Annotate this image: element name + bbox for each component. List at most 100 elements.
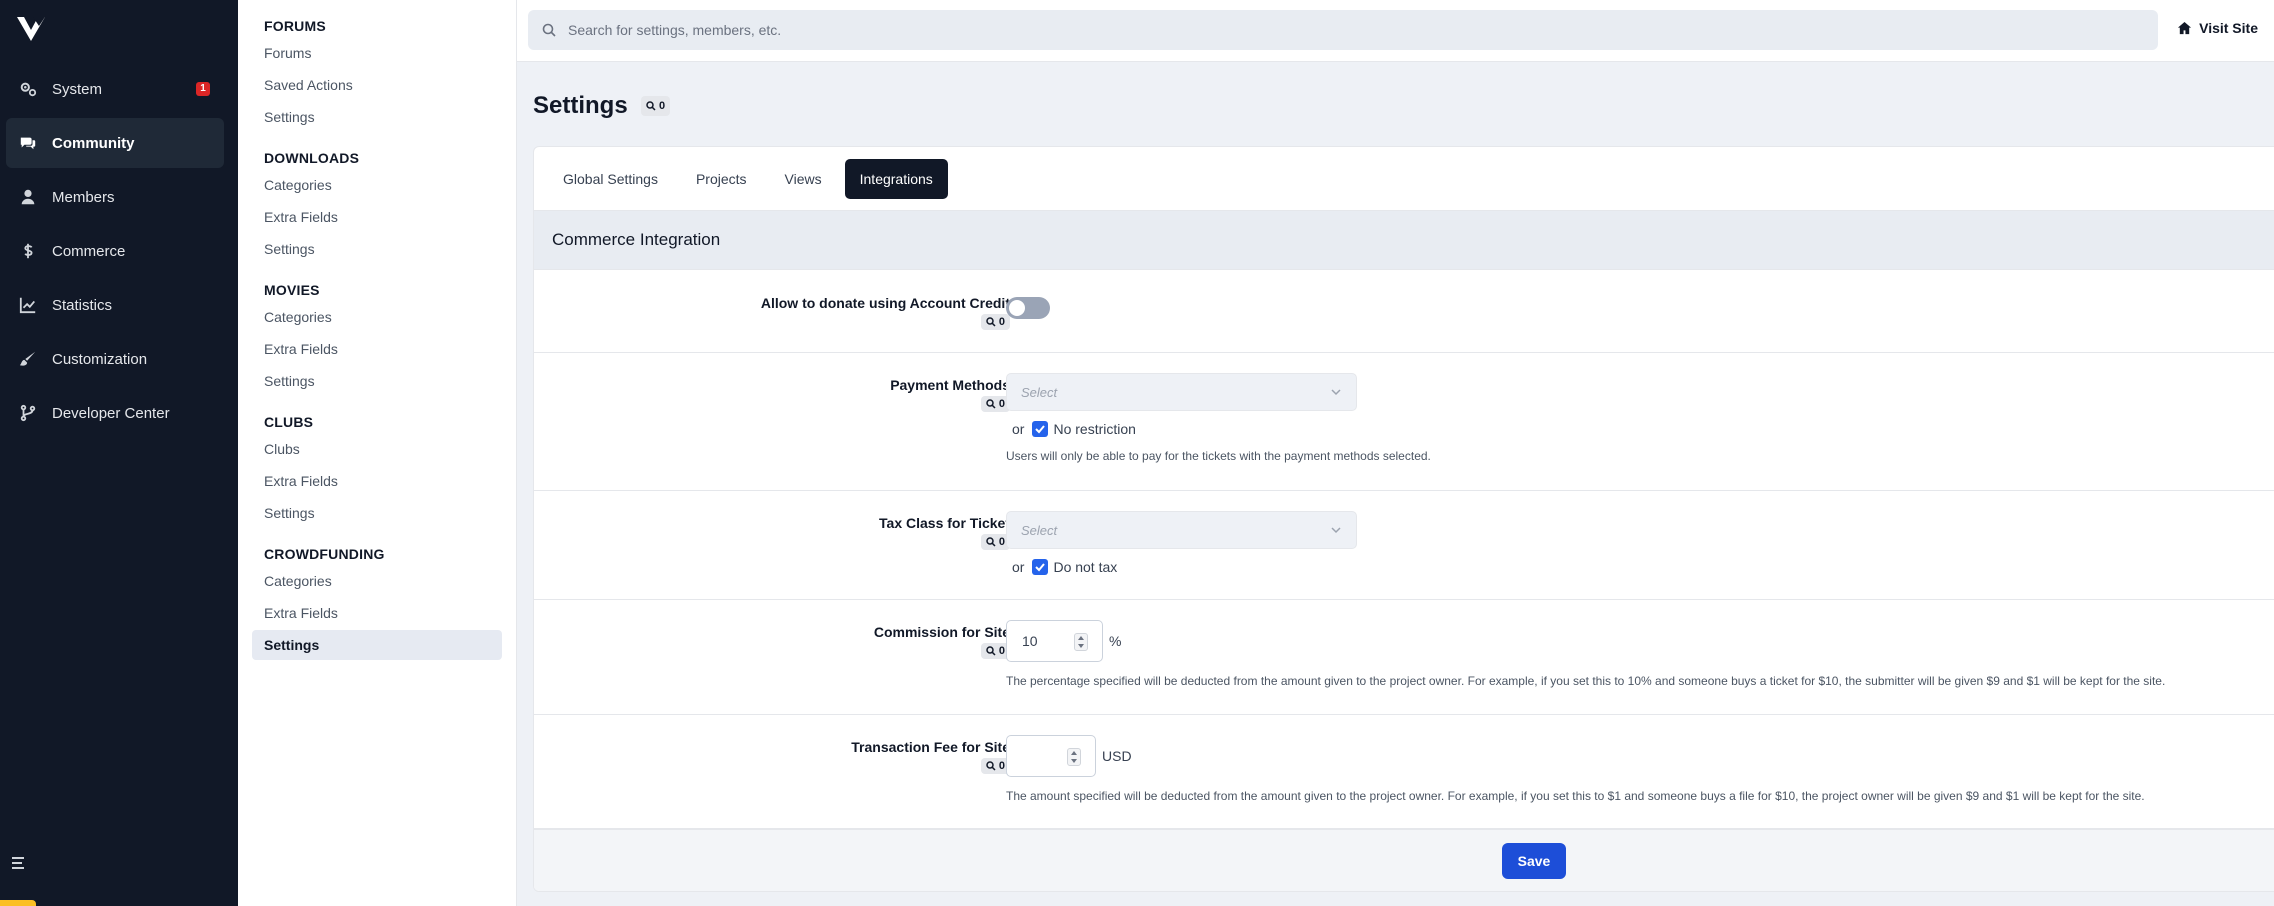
setting-row-payment-methods: Payment Methods 0 Select or No restricti…	[534, 353, 2274, 491]
setting-label: Transaction Fee for Site 0	[851, 739, 1010, 774]
chevron-down-icon	[1331, 527, 1341, 534]
tab-integrations[interactable]: Integrations	[844, 158, 948, 199]
count-value: 0	[659, 100, 666, 112]
nav-item-commerce[interactable]: Commerce	[6, 226, 224, 276]
search-icon	[986, 317, 996, 327]
count-value: 0	[998, 645, 1005, 657]
search-icon	[986, 646, 996, 656]
brush-icon	[18, 349, 38, 369]
section-title: Commerce Integration	[534, 210, 2274, 270]
subnav-section-movies: MOVIES Categories Extra Fields Settings	[252, 280, 516, 396]
nav-item-label: Statistics	[52, 296, 113, 314]
status-chip[interactable]	[0, 900, 36, 906]
subnav-link-crowdfunding-extra-fields[interactable]: Extra Fields	[252, 598, 502, 628]
no-restriction-checkbox[interactable]	[1032, 421, 1049, 437]
app-logo-icon[interactable]	[16, 14, 46, 44]
count-value: 0	[998, 398, 1005, 410]
or-text: or	[1012, 559, 1025, 575]
nav-item-label: Commerce	[52, 242, 126, 260]
setting-label: Payment Methods 0	[890, 377, 1010, 412]
notification-badge: 1	[196, 82, 210, 96]
nav-item-developer-center[interactable]: Developer Center	[6, 388, 224, 438]
subnav-link-club-extra-fields[interactable]: Extra Fields	[252, 466, 502, 496]
home-icon	[2178, 21, 2192, 34]
payment-methods-select[interactable]: Select	[1006, 373, 1357, 411]
subnav-link-movie-extra-fields[interactable]: Extra Fields	[252, 334, 502, 364]
number-spinner[interactable]	[1074, 633, 1088, 651]
subnav-section-clubs: CLUBS Clubs Extra Fields Settings	[252, 412, 516, 528]
search-input[interactable]	[568, 22, 2068, 38]
tab-global-settings[interactable]: Global Settings	[548, 159, 673, 199]
unit-label: %	[1109, 633, 1122, 649]
check-icon	[1035, 563, 1046, 572]
select-placeholder: Select	[1021, 384, 1058, 400]
subnav-link-download-extra-fields[interactable]: Extra Fields	[252, 202, 502, 232]
search-bar[interactable]	[528, 10, 2158, 50]
subnav-link-club-settings[interactable]: Settings	[252, 498, 502, 528]
branch-icon	[18, 403, 38, 423]
nav-item-system[interactable]: System 1	[6, 64, 224, 114]
transaction-fee-input[interactable]	[1006, 735, 1096, 777]
tax-class-select[interactable]: Select	[1006, 511, 1357, 549]
setting-label: Commission for Site 0	[874, 624, 1010, 659]
subnav-section-title: FORUMS	[264, 18, 326, 34]
menu-collapse-icon[interactable]	[10, 854, 28, 872]
subnav-section-downloads: DOWNLOADS Categories Extra Fields Settin…	[252, 148, 516, 264]
nav-item-customization[interactable]: Customization	[6, 334, 224, 384]
cogs-icon	[18, 79, 38, 99]
nav-item-label: Community	[52, 134, 135, 152]
setting-label-text: Allow to donate using Account Credit	[760, 295, 1010, 311]
search-icon	[986, 537, 996, 547]
subnav-link-forums[interactable]: Forums	[252, 38, 502, 68]
user-icon	[18, 187, 38, 207]
donate-toggle[interactable]	[1006, 297, 1050, 319]
count-value: 0	[998, 536, 1005, 548]
nav-item-community[interactable]: Community	[6, 118, 224, 168]
save-button[interactable]: Save	[1502, 843, 1566, 879]
subnav-link-movie-categories[interactable]: Categories	[252, 302, 502, 332]
setting-label-text: Commission for Site	[873, 624, 1010, 640]
checkbox-label[interactable]: Do not tax	[1053, 559, 1117, 575]
sub-navigation: FORUMS Forums Saved Actions Settings DOW…	[238, 0, 517, 906]
setting-row-transaction-fee: Transaction Fee for Site 0 USD The amoun…	[534, 715, 2274, 829]
comments-icon	[18, 133, 38, 153]
subnav-link-forum-settings[interactable]: Settings	[252, 102, 502, 132]
checkbox-label[interactable]: No restriction	[1053, 421, 1135, 437]
tab-views[interactable]: Views	[770, 159, 837, 199]
setting-row-commission: Commission for Site 0 10 % The percentag…	[534, 600, 2274, 715]
top-bar: Visit Site	[517, 0, 2274, 62]
subnav-link-clubs[interactable]: Clubs	[252, 434, 502, 464]
nav-item-label: System	[52, 80, 103, 98]
subnav-link-crowdfunding-settings[interactable]: Settings	[252, 630, 502, 660]
search-icon	[646, 101, 656, 111]
tab-projects[interactable]: Projects	[681, 159, 762, 199]
setting-label-text: Transaction Fee for Site	[851, 739, 1010, 755]
nav-item-members[interactable]: Members	[6, 172, 224, 222]
chart-line-icon	[18, 295, 38, 315]
subnav-link-saved-actions[interactable]: Saved Actions	[252, 70, 502, 100]
nav-item-label: Members	[52, 188, 115, 206]
main-navigation: System 1 Community Members Commerce Stat…	[0, 0, 238, 906]
subnav-link-download-categories[interactable]: Categories	[252, 170, 502, 200]
settings-card: Global Settings Projects Views Integrati…	[533, 146, 2274, 892]
page-title: Settings	[533, 92, 628, 119]
number-spinner[interactable]	[1067, 748, 1081, 766]
setting-row-donate: Allow to donate using Account Credit 0	[534, 270, 2274, 353]
count-value: 0	[998, 760, 1005, 772]
input-value: 10	[1022, 633, 1038, 649]
subnav-section-title: DOWNLOADS	[264, 150, 360, 166]
help-text: The percentage specified will be deducte…	[1006, 674, 2166, 688]
or-text: or	[1012, 421, 1025, 437]
subnav-link-download-settings[interactable]: Settings	[252, 234, 502, 264]
nav-item-statistics[interactable]: Statistics	[6, 280, 224, 330]
commission-input[interactable]: 10	[1006, 620, 1103, 662]
search-count-badge[interactable]: 0	[641, 96, 671, 116]
do-not-tax-checkbox[interactable]	[1032, 559, 1049, 575]
subnav-section-title: CROWDFUNDING	[264, 546, 385, 562]
subnav-link-crowdfunding-categories[interactable]: Categories	[252, 566, 502, 596]
subnav-link-movie-settings[interactable]: Settings	[252, 366, 502, 396]
visit-site-link[interactable]: Visit Site	[2177, 20, 2258, 36]
tab-bar: Global Settings Projects Views Integrati…	[534, 147, 2274, 210]
subnav-section-forums: FORUMS Forums Saved Actions Settings	[252, 16, 516, 132]
nav-item-label: Developer Center	[52, 404, 170, 422]
